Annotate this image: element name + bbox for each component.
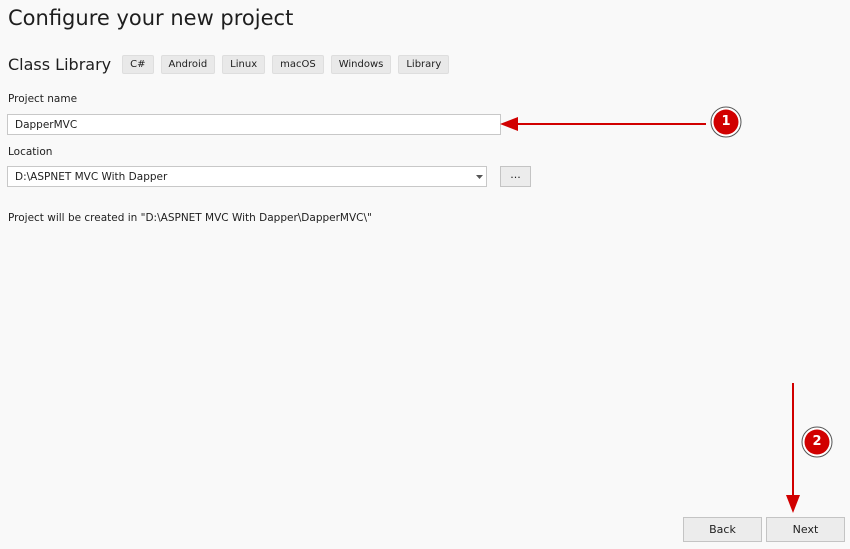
tag-android: Android bbox=[160, 54, 216, 74]
page-title: Configure your new project bbox=[8, 6, 294, 30]
project-path-info: Project will be created in "D:\ASPNET MV… bbox=[8, 212, 372, 224]
dropdown-arrow-icon[interactable] bbox=[472, 167, 486, 186]
project-name-label: Project name bbox=[8, 93, 78, 105]
template-row: Class Library C# Android Linux macOS Win… bbox=[8, 54, 456, 74]
tag-csharp: C# bbox=[122, 54, 154, 74]
back-button[interactable]: Back bbox=[683, 517, 762, 542]
annotation-overlay bbox=[500, 106, 833, 513]
location-value: D:\ASPNET MVC With Dapper bbox=[15, 170, 168, 183]
tag-windows: Windows bbox=[330, 54, 392, 74]
tag-macos: macOS bbox=[272, 54, 324, 74]
tag-library: Library bbox=[398, 54, 450, 74]
location-label: Location bbox=[8, 146, 53, 158]
annotation-arrow-2 bbox=[786, 383, 800, 513]
browse-button[interactable]: ... bbox=[500, 166, 531, 187]
template-name: Class Library bbox=[8, 54, 112, 74]
project-name-input[interactable] bbox=[7, 114, 501, 135]
annotation-arrow-1 bbox=[500, 117, 706, 131]
location-combobox[interactable]: D:\ASPNET MVC With Dapper bbox=[7, 166, 487, 187]
tag-linux: Linux bbox=[222, 54, 266, 74]
next-button[interactable]: Next bbox=[766, 517, 845, 542]
annotation-marker-1-label: 1 bbox=[721, 114, 731, 129]
annotation-marker-2-label: 2 bbox=[812, 434, 822, 449]
